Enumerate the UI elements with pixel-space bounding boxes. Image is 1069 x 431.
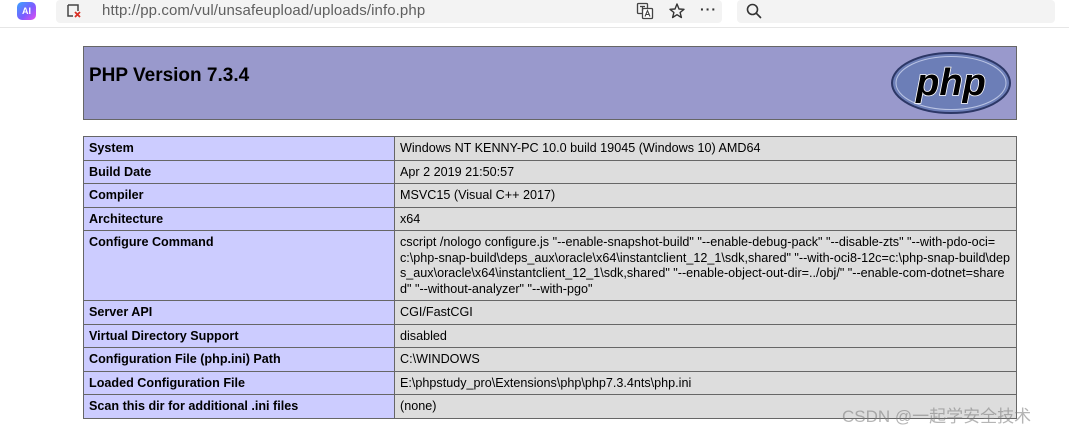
row-value: disabled xyxy=(394,323,1017,348)
url-text[interactable]: http://pp.com/vul/unsafeupload/uploads/i… xyxy=(102,2,425,19)
row-label: Virtual Directory Support xyxy=(83,323,395,348)
row-value: Windows NT KENNY-PC 10.0 build 19045 (Wi… xyxy=(394,136,1017,161)
row-label: Architecture xyxy=(83,206,395,231)
table-row: Server API CGI/FastCGI xyxy=(83,300,1017,325)
table-row: Virtual Directory Support disabled xyxy=(83,323,1017,348)
row-value: cscript /nologo configure.js "--enable-s… xyxy=(394,230,1017,301)
row-label: System xyxy=(83,136,395,161)
row-value: C:\WINDOWS xyxy=(394,347,1017,372)
row-label: Server API xyxy=(83,300,395,325)
search-box[interactable] xyxy=(737,0,1055,23)
page-title: PHP Version 7.3.4 xyxy=(89,65,250,86)
table-row: Compiler MSVC15 (Visual C++ 2017) xyxy=(83,183,1017,208)
phpinfo-table: System Windows NT KENNY-PC 10.0 build 190… xyxy=(83,136,1017,419)
php-logo-text: php xyxy=(915,62,986,104)
table-row: Configuration File (php.ini) Path C:\WIND… xyxy=(83,347,1017,372)
translate-icon[interactable] xyxy=(636,2,654,20)
watermark: CSDN @一起学安全技术 xyxy=(842,407,1032,426)
insecure-site-icon[interactable] xyxy=(66,3,82,19)
row-label: Loaded Configuration File xyxy=(83,370,395,395)
table-row: System Windows NT KENNY-PC 10.0 build 190… xyxy=(83,136,1017,161)
row-label: Compiler xyxy=(83,183,395,208)
php-version-header: PHP Version 7.3.4 php xyxy=(83,46,1017,120)
favorite-star-icon[interactable] xyxy=(668,2,686,20)
more-menu-icon[interactable]: ··· xyxy=(700,2,718,20)
row-value: CGI/FastCGI xyxy=(394,300,1017,325)
row-label: Configuration File (php.ini) Path xyxy=(83,347,395,372)
row-value: Apr 2 2019 21:50:57 xyxy=(394,159,1017,184)
row-label: Scan this dir for additional .ini files xyxy=(83,394,395,419)
search-icon xyxy=(746,3,762,19)
row-value: x64 xyxy=(394,206,1017,231)
table-row: Loaded Configuration File E:\phpstudy_pro… xyxy=(83,370,1017,395)
table-row: Build Date Apr 2 2019 21:50:57 xyxy=(83,159,1017,184)
table-row: Architecture x64 xyxy=(83,206,1017,231)
row-label: Build Date xyxy=(83,159,395,184)
row-value: E:\phpstudy_pro\Extensions\php\php7.3.4n… xyxy=(394,370,1017,395)
ai-assistant-icon[interactable]: AI xyxy=(17,2,36,20)
php-logo[interactable]: php xyxy=(890,51,1012,115)
browser-toolbar: AI http://pp.com/vul/unsafeupload/upload… xyxy=(0,0,1069,28)
row-value: MSVC15 (Visual C++ 2017) xyxy=(394,183,1017,208)
table-row: Configure Command cscript /nologo configu… xyxy=(83,230,1017,301)
row-label: Configure Command xyxy=(83,230,395,301)
